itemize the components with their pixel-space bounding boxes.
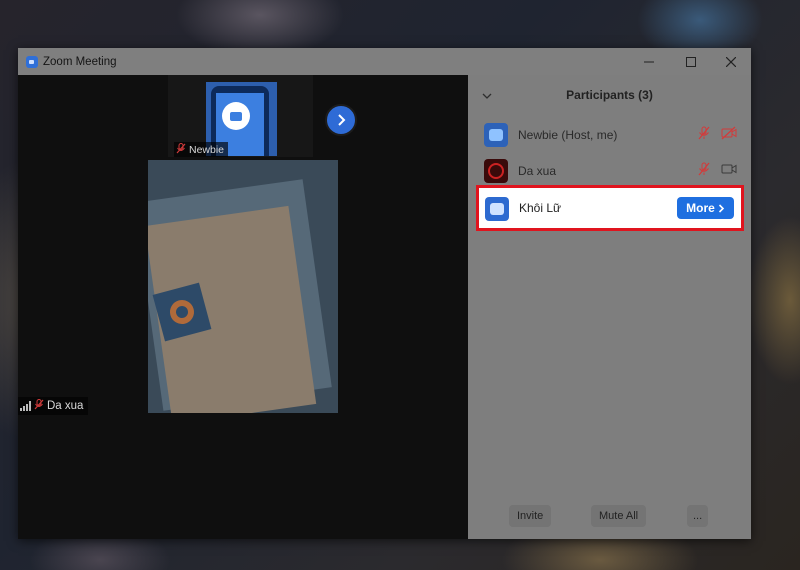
maximize-icon [686, 56, 696, 67]
video-area: Newbie Da xua [18, 75, 468, 539]
participant-name: Khôi Lữ [519, 201, 562, 215]
connection-signal-icon [20, 401, 31, 411]
zoom-meeting-window: Zoom Meeting Newbie Da xua Participants … [18, 48, 751, 539]
participant-row-highlighted[interactable]: Khôi Lữ More [476, 185, 744, 231]
title-bar: Zoom Meeting [18, 48, 751, 75]
more-button[interactable]: More [677, 197, 734, 219]
close-button[interactable] [711, 48, 751, 75]
mic-muted-icon[interactable] [697, 126, 711, 145]
video-off-icon[interactable] [721, 126, 737, 145]
video-on-icon[interactable] [721, 162, 737, 181]
mic-muted-icon[interactable] [697, 162, 711, 181]
more-options-button[interactable]: ... [687, 505, 709, 527]
participant-name: Da xua [518, 164, 557, 178]
avatar [484, 159, 508, 183]
minimize-button[interactable] [629, 48, 669, 75]
maximize-button[interactable] [671, 48, 711, 75]
chevron-right-icon [718, 203, 724, 213]
main-video-name: Da xua [47, 400, 84, 412]
zoom-app-icon [26, 55, 38, 68]
participants-footer: Invite Mute All ... [468, 503, 751, 529]
zoom-logo-icon [222, 102, 250, 130]
thumbnail-name: Newbie [189, 143, 225, 156]
window-title: Zoom Meeting [43, 55, 117, 68]
participant-name: Newbie (Host, me) [518, 128, 618, 142]
video-strip: Newbie [168, 75, 313, 157]
participants-title: Participants (3) [566, 88, 653, 102]
invite-button[interactable]: Invite [509, 505, 552, 527]
participants-panel: Participants (3) Newbie (Host, me) Da xu… [468, 75, 751, 539]
mute-all-button[interactable]: Mute All [591, 505, 647, 527]
mic-muted-icon [176, 142, 186, 157]
chevron-right-icon [338, 114, 346, 126]
next-page-button[interactable] [325, 104, 357, 136]
avatar [484, 123, 508, 147]
mic-muted-icon [34, 399, 44, 413]
minimize-icon [644, 61, 654, 62]
main-video-name-label: Da xua [18, 397, 89, 415]
thumbnail-name-label: Newbie [174, 142, 229, 157]
close-icon [726, 56, 736, 67]
avatar [485, 197, 509, 221]
more-button-label: More [686, 201, 715, 215]
participants-header: Participants (3) [468, 75, 751, 115]
main-video-tile[interactable] [148, 160, 338, 413]
participant-list: Newbie (Host, me) Da xua [468, 117, 751, 189]
participant-row[interactable]: Da xua [468, 153, 751, 189]
participant-row[interactable]: Newbie (Host, me) [468, 117, 751, 153]
